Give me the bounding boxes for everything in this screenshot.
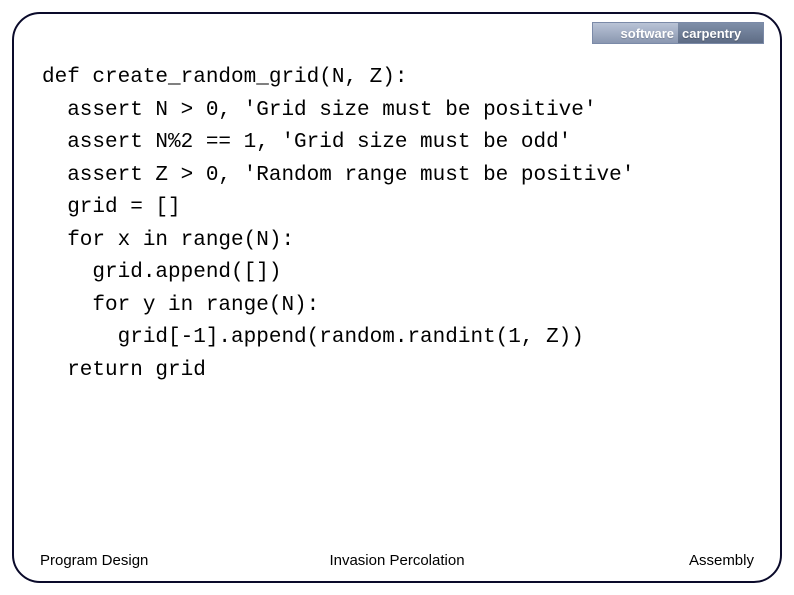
footer: Program Design Invasion Percolation Asse… bbox=[40, 552, 754, 569]
code-line: return grid bbox=[42, 359, 206, 382]
logo-word-1: software bbox=[621, 26, 674, 41]
footer-left: Program Design bbox=[40, 552, 260, 569]
code-line: grid = [] bbox=[42, 196, 181, 219]
code-line: assert N > 0, 'Grid size must be positiv… bbox=[42, 99, 597, 122]
code-line: for y in range(N): bbox=[42, 294, 319, 317]
code-line: def create_random_grid(N, Z): bbox=[42, 66, 407, 89]
logo-software-carpentry: software carpentry bbox=[592, 22, 764, 44]
code-line: for x in range(N): bbox=[42, 229, 294, 252]
logo-word-2: carpentry bbox=[682, 26, 741, 41]
footer-center: Invasion Percolation bbox=[260, 552, 534, 569]
code-line: grid.append([]) bbox=[42, 261, 281, 284]
footer-right: Assembly bbox=[534, 552, 754, 569]
code-line: assert N%2 == 1, 'Grid size must be odd' bbox=[42, 131, 571, 154]
code-line: assert Z > 0, 'Random range must be posi… bbox=[42, 164, 634, 187]
code-line: grid[-1].append(random.randint(1, Z)) bbox=[42, 326, 584, 349]
code-block: def create_random_grid(N, Z): assert N >… bbox=[42, 62, 754, 387]
